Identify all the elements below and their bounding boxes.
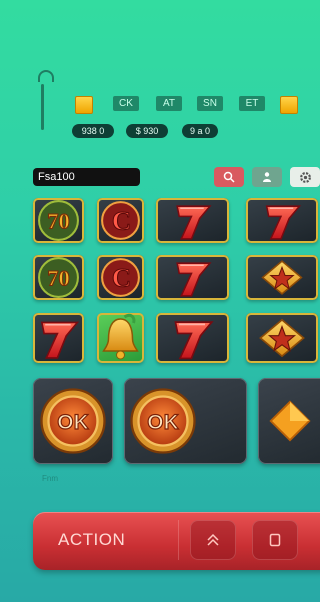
status-chip-4[interactable]: ET (239, 96, 265, 111)
chevron-up-icon (207, 533, 219, 546)
orange-diamond-icon (266, 397, 314, 445)
reel-symbol-c[interactable] (97, 255, 144, 300)
reel-symbol-star-diamond[interactable] (246, 313, 318, 363)
reel-symbol-seven[interactable] (156, 255, 229, 300)
coin-icon (75, 96, 93, 114)
bonus-tile-diamond[interactable] (258, 378, 320, 464)
expand-button[interactable] (190, 520, 236, 560)
signal-icon (38, 70, 54, 132)
footer-caption: Fnm (42, 474, 58, 483)
star-diamond-icon (246, 255, 318, 300)
red-seven-icon (33, 313, 84, 363)
bonus-tile-ok[interactable] (33, 378, 113, 464)
seventy-emblem-icon (33, 255, 84, 300)
coin-icon (280, 96, 298, 114)
search-icon (223, 171, 235, 183)
gear-icon (299, 171, 311, 183)
stat-pill-2: $ 930 (126, 124, 168, 138)
search-input[interactable]: Fsa100 (33, 168, 140, 186)
status-chip-3[interactable]: SN (197, 96, 223, 111)
reel-symbol-star-diamond[interactable] (246, 255, 318, 300)
c-emblem-icon (97, 255, 144, 300)
red-seven-icon (246, 198, 318, 243)
action-button[interactable]: ACTION (58, 530, 125, 550)
settings-button[interactable] (290, 167, 320, 187)
red-seven-icon (156, 198, 229, 243)
stat-pill-1: 938 0 (72, 124, 114, 138)
ok-medallion-icon (128, 386, 198, 456)
reel-symbol-seven[interactable] (246, 198, 318, 243)
ok-medallion-icon (38, 386, 108, 456)
divider (178, 520, 179, 560)
reel-symbol-bell[interactable] (97, 313, 144, 363)
bell-icon (97, 313, 144, 363)
reel-symbol-seven[interactable] (156, 313, 229, 363)
reel-symbol-seventy[interactable] (33, 198, 84, 243)
seventy-emblem-icon (33, 198, 84, 243)
star-diamond-icon (246, 313, 318, 363)
search-button[interactable] (214, 167, 244, 187)
status-chip-2[interactable]: AT (156, 96, 182, 111)
menu-button[interactable] (252, 520, 298, 560)
filter-button[interactable] (252, 167, 282, 187)
reel-symbol-seven[interactable] (156, 198, 229, 243)
reel-symbol-seventy[interactable] (33, 255, 84, 300)
red-seven-icon (156, 255, 229, 300)
status-chip-1[interactable]: CK (113, 96, 139, 111)
red-seven-icon (156, 313, 229, 363)
bonus-tile-ok[interactable] (124, 378, 247, 464)
person-icon (263, 172, 271, 182)
c-emblem-icon (97, 198, 144, 243)
reel-symbol-c[interactable] (97, 198, 144, 243)
square-icon (269, 533, 281, 547)
stat-pill-3: 9 a 0 (182, 124, 218, 138)
reel-symbol-seven[interactable] (33, 313, 84, 363)
